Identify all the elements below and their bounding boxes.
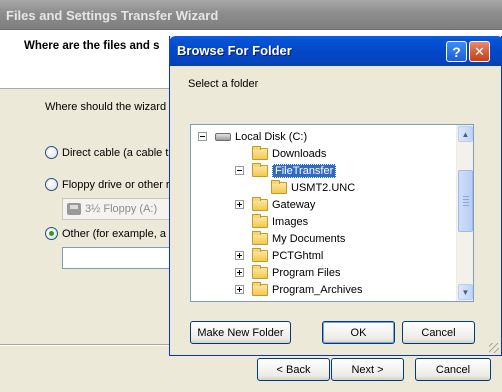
- tree-node-program-files[interactable]: Program Files: [235, 264, 341, 281]
- tree-node-label: Program_Archives: [272, 283, 363, 296]
- dialog-prompt: Select a folder: [188, 78, 259, 90]
- make-new-folder-button[interactable]: Make New Folder: [190, 321, 291, 344]
- folder-icon: [252, 145, 268, 160]
- option-floppy-drive-label: Floppy drive or other re: [62, 178, 176, 191]
- tree-node-usmt2-unc[interactable]: USMT2.UNC: [271, 179, 355, 196]
- folder-tree-list: Local Disk (C:) Downloads FileTransfer U…: [191, 125, 457, 301]
- tree-node-local-disk[interactable]: Local Disk (C:): [198, 128, 308, 145]
- scroll-thumb[interactable]: [458, 170, 473, 232]
- radio-floppy-drive[interactable]: [45, 178, 58, 191]
- drive-icon: [215, 132, 231, 141]
- folder-icon: [252, 281, 268, 296]
- wizard-heading: Where are the files and s: [24, 40, 160, 52]
- ok-button[interactable]: OK: [322, 321, 395, 344]
- option-other-label: Other (for example, a re: [62, 227, 179, 240]
- tree-node-label-selected: FileTransfer: [272, 163, 337, 178]
- floppy-combo-value: 3½ Floppy (A:): [85, 203, 158, 215]
- folder-icon: [252, 196, 268, 211]
- help-icon: ?: [452, 43, 461, 60]
- back-button[interactable]: < Back: [257, 358, 330, 381]
- chevron-up-icon: ▲: [461, 129, 470, 139]
- floppy-drive-combo: 3½ Floppy (A:): [62, 198, 182, 220]
- wizard-cancel-button[interactable]: Cancel: [415, 358, 491, 381]
- option-direct-cable-label: Direct cable (a cable th: [62, 146, 175, 159]
- folder-icon: [252, 230, 268, 245]
- tree-node-label: Downloads: [272, 147, 327, 160]
- wizard-titlebar: Files and Settings Transfer Wizard: [0, 0, 502, 30]
- close-icon: ✕: [474, 43, 485, 59]
- folder-icon: [252, 247, 268, 262]
- dialog-title: Browse For Folder: [177, 43, 292, 58]
- tree-node-my-documents[interactable]: My Documents: [252, 230, 345, 247]
- folder-icon: [252, 264, 268, 279]
- wizard-title: Files and Settings Transfer Wizard: [6, 8, 219, 23]
- browse-for-folder-dialog: Browse For Folder ? ✕ Select a folder Lo…: [169, 36, 502, 356]
- scroll-down-button[interactable]: ▼: [458, 284, 473, 300]
- option-other[interactable]: Other (for example, a re: [45, 227, 179, 240]
- tree-node-label: Local Disk (C:): [235, 130, 308, 143]
- radio-other[interactable]: [45, 227, 58, 240]
- tree-node-downloads[interactable]: Downloads: [252, 145, 326, 162]
- option-direct-cable[interactable]: Direct cable (a cable th: [45, 146, 175, 159]
- tree-node-label: Program Files: [272, 266, 341, 279]
- tree-scrollbar[interactable]: ▲ ▼: [456, 125, 473, 301]
- radio-direct-cable[interactable]: [45, 146, 58, 159]
- close-button[interactable]: ✕: [469, 41, 490, 62]
- tree-node-label: Gateway: [272, 198, 316, 211]
- dialog-cancel-button[interactable]: Cancel: [402, 321, 475, 344]
- tree-node-label: USMT2.UNC: [291, 181, 356, 194]
- expand-icon[interactable]: [235, 268, 244, 277]
- folder-icon: [252, 213, 268, 228]
- tree-node-label: Images: [272, 215, 309, 228]
- folder-icon: [271, 179, 287, 194]
- tree-node-filetransfer[interactable]: FileTransfer: [235, 162, 337, 179]
- collapse-icon[interactable]: [198, 132, 207, 141]
- tree-node-label: My Documents: [272, 232, 346, 245]
- expand-icon[interactable]: [235, 285, 244, 294]
- tree-node-program-archives[interactable]: Program_Archives: [235, 281, 363, 298]
- wizard-question: Where should the wizard l: [45, 101, 172, 113]
- expand-icon[interactable]: [235, 251, 244, 260]
- expand-icon[interactable]: [235, 200, 244, 209]
- dialog-titlebar[interactable]: Browse For Folder ? ✕: [169, 36, 502, 66]
- resize-grip[interactable]: [489, 343, 499, 353]
- tree-node-label: PCTGhtml: [272, 249, 324, 262]
- option-floppy-drive[interactable]: Floppy drive or other re: [45, 178, 176, 191]
- folder-path-input[interactable]: [62, 247, 182, 269]
- tree-node-gateway[interactable]: Gateway: [235, 196, 316, 213]
- tree-node-images[interactable]: Images: [252, 213, 308, 230]
- folder-tree[interactable]: Local Disk (C:) Downloads FileTransfer U…: [190, 124, 474, 302]
- tree-node-pctghtml[interactable]: PCTGhtml: [235, 247, 324, 264]
- next-button[interactable]: Next >: [331, 358, 404, 381]
- help-button[interactable]: ?: [446, 41, 467, 62]
- scroll-up-button[interactable]: ▲: [458, 126, 473, 142]
- chevron-down-icon: ▼: [461, 287, 470, 297]
- folder-open-icon: [252, 162, 268, 177]
- collapse-icon[interactable]: [235, 166, 244, 175]
- floppy-icon: [67, 203, 81, 215]
